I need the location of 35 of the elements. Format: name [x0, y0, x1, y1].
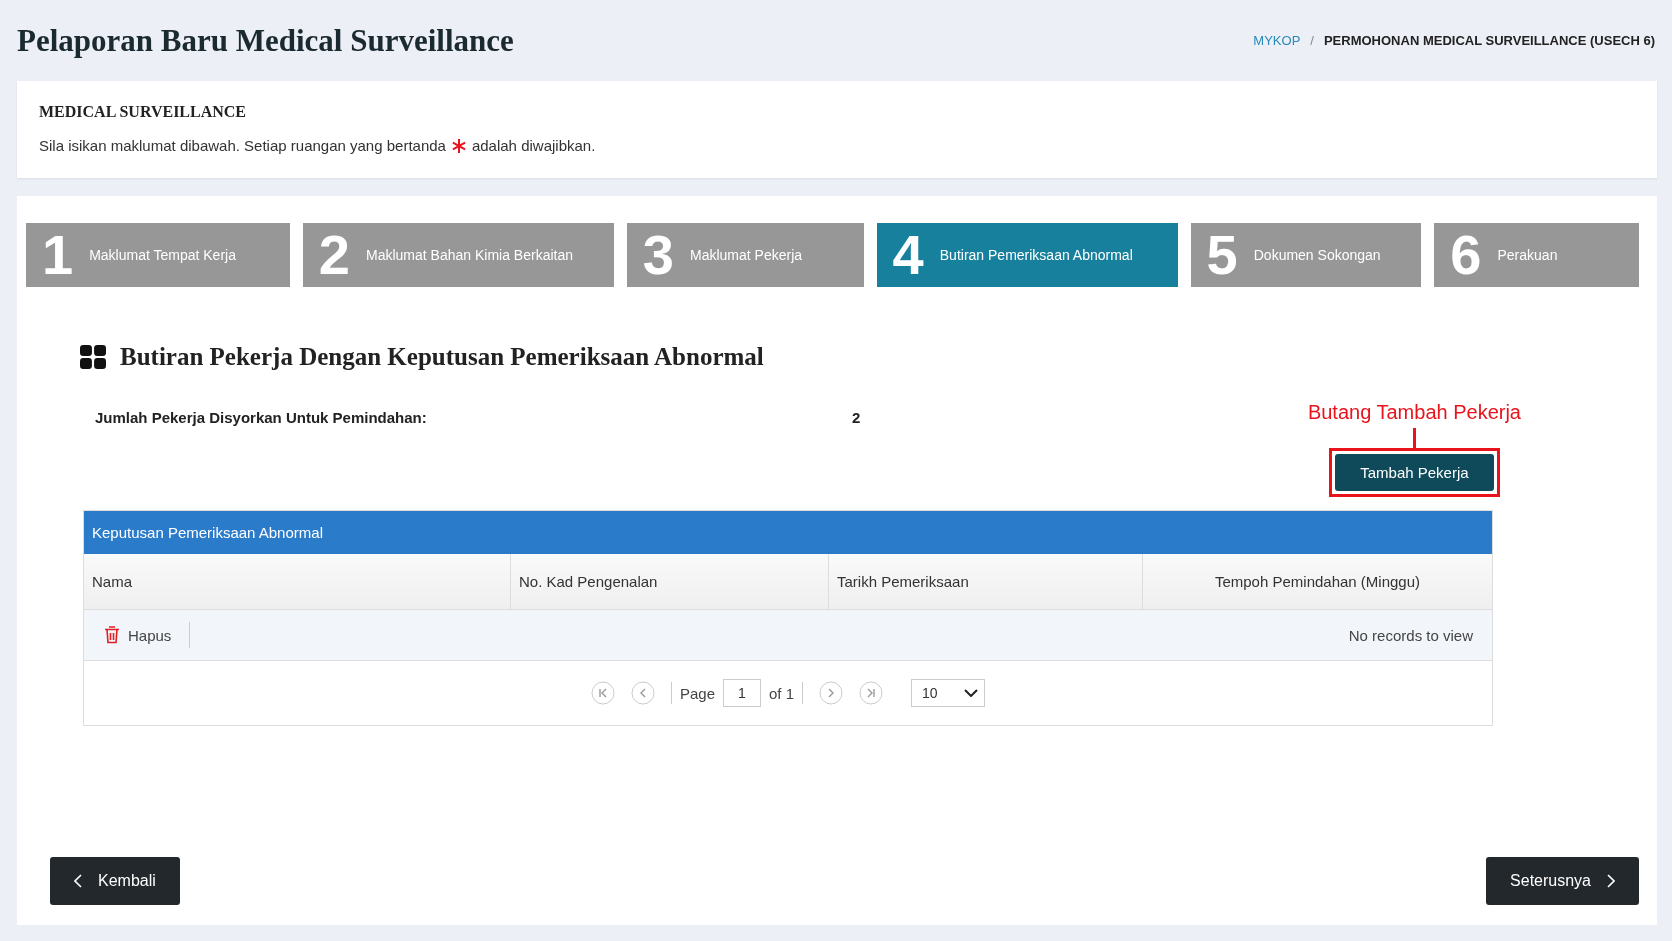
info-heading: MEDICAL SURVEILLANCE	[39, 103, 248, 121]
annotation-label: Butang Tambah Pekerja	[1307, 401, 1521, 424]
trash-icon	[104, 626, 120, 644]
column-header[interactable]: Tempoh Pemindahan (Minggu)	[1143, 554, 1492, 609]
table-caption: Keputusan Pemeriksaan Abnormal	[84, 511, 1492, 554]
page-title: Pelaporan Baru Medical Surveillance	[17, 22, 514, 59]
asterisk-icon	[451, 138, 466, 153]
instruction-text: Sila isikan maklumat dibawah. Setiap ruangan yang bertanda	[39, 137, 446, 154]
page-size-select[interactable]: 10	[911, 679, 986, 707]
summary-value: 2	[852, 409, 861, 428]
last-page-icon[interactable]	[859, 681, 884, 705]
back-button[interactable]: Kembali	[50, 857, 180, 905]
page-input[interactable]: 1	[723, 679, 761, 707]
delete-button[interactable]: Hapus	[102, 622, 191, 648]
summary-label: Jumlah Pekerja Disyorkan Untuk Pemindahan:	[95, 409, 428, 428]
page-count: of 1	[769, 684, 795, 702]
instruction-text: adalah diwajibkan.	[471, 137, 596, 154]
next-page-icon[interactable]	[819, 681, 844, 705]
breadcrumb-separator: /	[1310, 33, 1314, 48]
previous-page-icon[interactable]	[630, 681, 655, 705]
grid-icon	[80, 345, 106, 369]
add-worker-button[interactable]: Tambah Pekerja	[1335, 454, 1494, 491]
column-header[interactable]: Tarikh Pemeriksaan	[829, 554, 1143, 609]
chevron-left-icon	[74, 874, 82, 888]
next-button[interactable]: Seterusnya	[1486, 857, 1639, 905]
column-header[interactable]: Nama	[84, 554, 511, 609]
breadcrumb-current: PERMOHONAN MEDICAL SURVEILLANCE (USECH 6)	[1323, 33, 1655, 48]
empty-message: No records to view	[1348, 626, 1473, 644]
step-tab[interactable]: 4 Butiran Pemeriksaan Abnormal	[876, 223, 1178, 287]
section-heading: Butiran Pekerja Dengan Keputusan Pemeriksaan Abnormal	[120, 343, 764, 371]
chevron-down-icon	[964, 689, 979, 697]
column-header[interactable]: No. Kad Pengenalan	[511, 554, 829, 609]
page-label: Page	[679, 684, 715, 702]
first-page-icon[interactable]	[590, 681, 615, 705]
chevron-right-icon	[1607, 874, 1615, 888]
